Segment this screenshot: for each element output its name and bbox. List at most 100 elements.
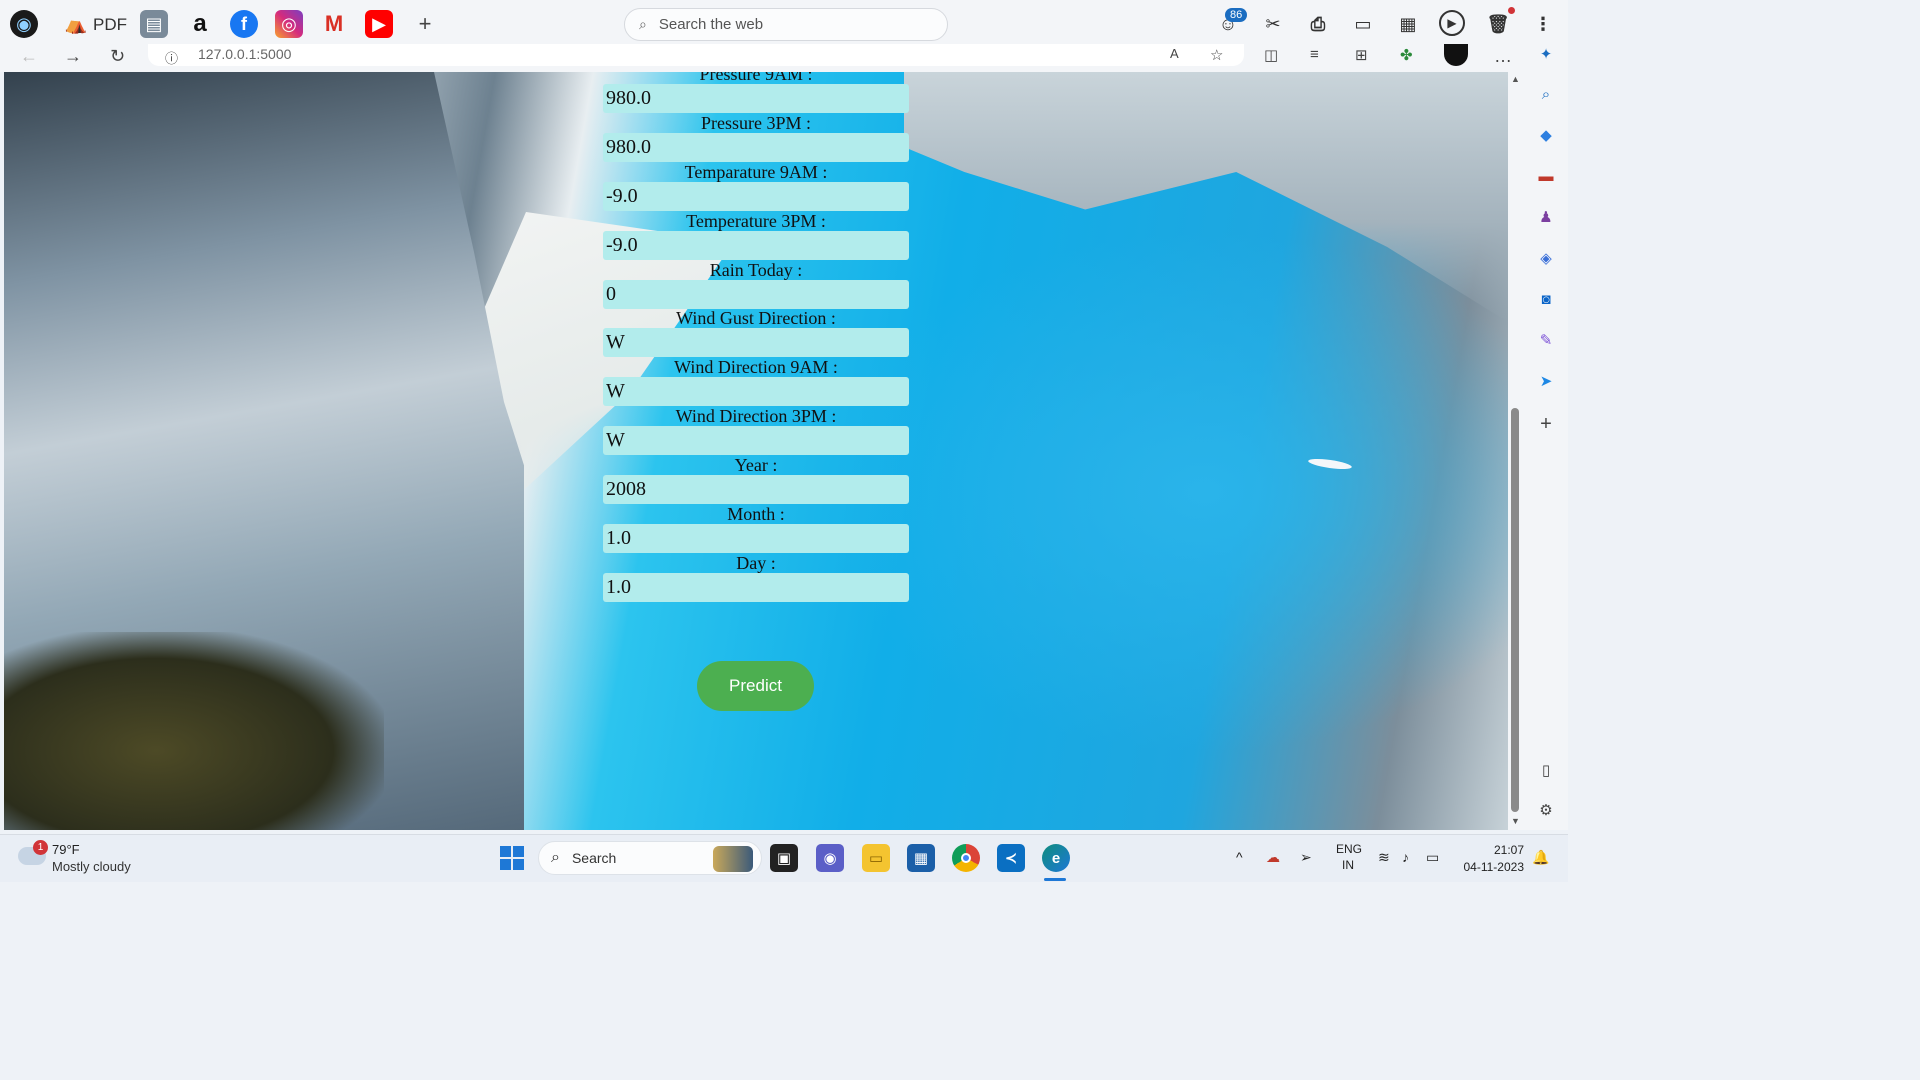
wind-gust-direction-input[interactable] [603,328,909,358]
designer-icon[interactable]: ✎ [1536,330,1556,350]
split-screen-icon[interactable]: ◫ [1264,46,1278,64]
field-label: Rain Today : [709,259,803,280]
print-icon[interactable]: ⎙ [1304,10,1332,38]
gmail-icon[interactable]: M [320,10,348,38]
field-label: Day : [736,552,776,573]
volume-icon[interactable]: ♪ [1402,849,1409,865]
instagram-icon[interactable]: ◎ [275,10,303,38]
more-menu-icon[interactable]: ⋮ [1529,10,1557,38]
pdf-icon[interactable]: ⛺ [62,10,90,38]
sidebar-settings-icon[interactable]: ⚙ [1536,800,1556,820]
taskbar-search-label: Search [571,850,617,866]
address-bar-strip: ← → ↻ ⓘ 127.0.0.1:5000 A ☆ ◫ ≡ ⊞ ✤ … [0,44,1568,72]
settings-more-icon[interactable]: … [1494,46,1512,67]
field-wind-direction-3pm: Wind Direction 3PM : [603,406,909,456]
send-icon[interactable]: ➤ [1536,371,1556,391]
sidebar-toggle-icon[interactable]: ▯ [1536,760,1556,780]
browser-toolbar: ◉ ⛺ PDF ▤ a f ◎ M ▶ + ⌕ Search the web ☺… [0,0,1568,48]
predict-button[interactable]: Predict [697,661,814,711]
task-view-icon[interactable]: ▣ [770,844,798,872]
forward-icon[interactable]: → [64,46,82,67]
field-label: Pressure 3PM : [700,112,811,133]
copilot-icon[interactable]: ✦ [1536,44,1556,64]
tray-overflow-icon[interactable]: ^ [1236,849,1243,865]
address-field[interactable] [148,44,1244,66]
refresh-icon[interactable]: ↻ [110,46,125,67]
video-icon[interactable]: ▭ [1349,10,1377,38]
temperature-9am-input[interactable] [603,181,909,211]
year-input[interactable] [603,475,909,505]
facebook-icon[interactable]: f [230,10,258,38]
tools-icon[interactable]: ▬ [1536,166,1556,186]
scissors-icon[interactable]: ✂ [1259,10,1287,38]
extensions-icon[interactable]: ✤ [1400,46,1413,64]
back-icon[interactable]: ← [20,46,38,67]
battery-icon[interactable]: ▭ [1426,849,1439,866]
browser-profile-icon[interactable]: ◉ [10,10,38,38]
location-icon[interactable]: ➢ [1300,849,1312,866]
games-icon[interactable]: ♟ [1536,207,1556,227]
vscode-icon[interactable]: ≺ [997,844,1025,872]
windows-taskbar: 1 79°F Mostly cloudy ⌕ Search ▣ ◉ ▭ ▦ ≺ … [0,834,1568,882]
clipboard-icon[interactable]: ▦ [1394,10,1422,38]
update-dot [1508,7,1515,14]
field-label: Temperature 3PM : [686,210,826,231]
microsoft365-icon[interactable]: ◈ [1536,248,1556,268]
scroll-up-icon[interactable]: ▲ [1511,74,1520,84]
rain-today-input[interactable] [603,279,909,309]
clock-time: 21:07 [1493,843,1524,857]
onedrive-offline-icon[interactable]: ☁ [1266,849,1280,866]
shopping-tag-icon[interactable]: ◆ [1536,125,1556,145]
bookmark-pdf-label[interactable]: PDF [93,15,127,35]
background-vegetation [4,632,384,830]
weather-prediction-form: Pressure 9AM : Pressure 3PM : Temparatur… [603,72,909,602]
microsoft-store-icon[interactable]: ▦ [907,844,935,872]
field-label: Wind Direction 3PM : [675,406,837,427]
day-input[interactable] [603,572,909,602]
scroll-thumb[interactable] [1511,408,1519,812]
browser-sidebar: ✦ ⌕ ◆ ▬ ♟ ◈ ◙ ✎ ➤ + ▯ ⚙ [1524,44,1568,830]
address-text[interactable]: 127.0.0.1:5000 [198,46,291,62]
amazon-icon[interactable]: a [186,10,214,38]
wifi-icon[interactable]: ≋ [1378,849,1390,866]
pressure-3pm-input[interactable] [603,132,909,162]
field-label: Month : [727,504,785,525]
site-info-icon[interactable]: ⓘ [165,48,178,67]
play-icon[interactable]: ▶ [1439,10,1465,36]
edge-icon[interactable]: e [1042,844,1070,872]
clock[interactable]: 21:07 04-11-2023 [1456,842,1525,876]
web-search-box[interactable]: ⌕ Search the web [624,8,948,41]
add-bookmark-icon[interactable]: + [411,10,439,38]
notification-bell-icon[interactable]: 🔔 [1532,849,1549,866]
collections-icon[interactable]: ⊞ [1355,46,1368,64]
outlook-icon[interactable]: ◙ [1536,289,1556,309]
scroll-down-icon[interactable]: ▼ [1511,816,1520,826]
web-search-placeholder: Search the web [658,16,764,33]
wind-direction-9am-input[interactable] [603,377,909,407]
file-explorer-icon[interactable]: ▭ [862,844,890,872]
tab-collection-icon[interactable]: ▤ [140,10,168,38]
sidebar-add-icon[interactable]: + [1536,413,1556,435]
trash-icon[interactable]: 🗑 [1484,10,1512,38]
field-label: Temparature 9AM : [684,161,828,182]
taskbar-search-box[interactable]: ⌕ Search [538,841,762,875]
read-aloud-icon[interactable]: A [1170,46,1179,61]
account-avatar[interactable] [1444,44,1468,66]
pressure-9am-input[interactable] [603,84,909,113]
youtube-icon[interactable]: ▶ [365,10,393,38]
favorites-list-icon[interactable]: ≡ [1310,46,1319,63]
month-input[interactable] [603,524,909,554]
background-cliff-right [904,72,1508,322]
start-button[interactable] [498,844,526,872]
wind-direction-3pm-input[interactable] [603,426,909,456]
chrome-icon[interactable] [952,844,980,872]
search-highlight-image [713,846,753,872]
weather-temperature: 79°F [52,842,80,857]
weather-alert-badge: 1 [33,840,48,855]
temperature-3pm-input[interactable] [603,230,909,260]
favorite-star-icon[interactable]: ☆ [1210,46,1223,64]
teams-chat-icon[interactable]: ◉ [816,844,844,872]
page-scrollbar[interactable]: ▲ ▼ [1508,72,1524,830]
sidebar-search-icon[interactable]: ⌕ [1536,84,1556,104]
page-viewport: Pressure 9AM : Pressure 3PM : Temparatur… [4,72,1508,830]
